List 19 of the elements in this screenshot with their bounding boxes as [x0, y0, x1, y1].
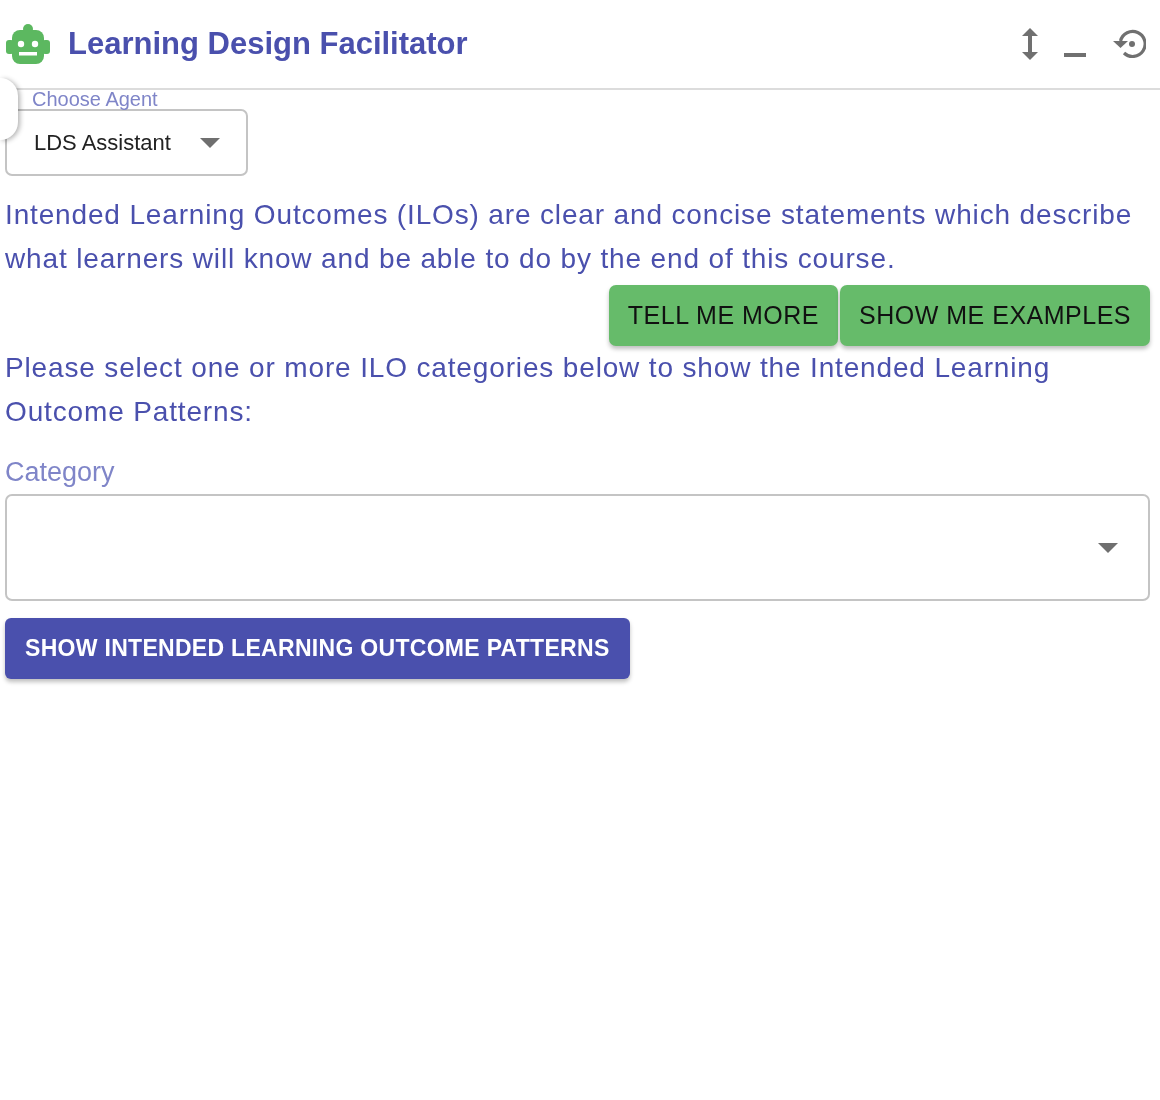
restore-icon — [1112, 29, 1146, 59]
category-label: Category — [5, 456, 116, 489]
minimize-icon — [1064, 53, 1086, 57]
side-handle[interactable] — [0, 78, 18, 140]
info-button[interactable]: SHOW ME EXAMPLES — [840, 285, 1150, 346]
agent-select-value: LDS Assistant — [34, 129, 172, 156]
intro-text: Intended Learning Outcomes (ILOs) are clear and concise statements which describe what learners will know and be able to do by the end of this course. — [5, 198, 1134, 276]
restore-button[interactable] — [1112, 29, 1146, 59]
vertical-arrows-icon — [1022, 28, 1038, 60]
resize-button[interactable] — [1022, 28, 1038, 60]
agent-select-label: Choose Agent — [32, 90, 159, 109]
dropdown-caret-icon — [200, 137, 220, 148]
dropdown-caret-icon — [1098, 542, 1118, 553]
app-title: Learning Design Facilitator — [68, 26, 468, 62]
info-button[interactable]: TELL ME MORE — [608, 285, 839, 346]
show-patterns-button[interactable]: SHOW INTENDED LEARNING OUTCOME PATTERNS — [5, 618, 630, 679]
robot-icon — [6, 24, 50, 64]
agent-select[interactable]: LDS Assistant — [5, 109, 248, 176]
instruction-text: Please select one or more ILO categories below to show the Intended Learning Outcome Patterns: — [5, 351, 1052, 429]
